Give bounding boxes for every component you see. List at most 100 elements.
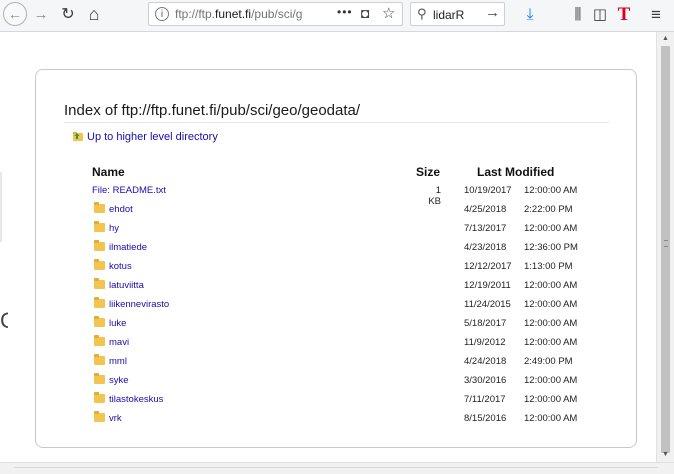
search-bar[interactable]: ⚲ lidarR → — [410, 2, 505, 26]
up-link-label[interactable]: Up to higher level directory — [87, 131, 218, 143]
page-viewport: C Index of ftp://ftp.funet.fi/pub/sci/ge… — [0, 32, 656, 462]
folder-link[interactable]: luke — [92, 316, 126, 329]
entry-time: 12:36:00 PM — [524, 242, 578, 253]
entry-name[interactable]: hy — [109, 223, 119, 234]
entry-date: 7/13/2017 — [464, 223, 507, 234]
up-folder-icon — [73, 132, 83, 141]
entry-date: 12/12/2017 — [464, 261, 512, 272]
scrollbar-grip — [664, 240, 668, 247]
folder-icon — [94, 335, 105, 346]
entry-time: 2:49:00 PM — [524, 356, 573, 367]
entry-date: 4/25/2018 — [464, 204, 507, 215]
url-bar[interactable]: i ftp://ftp.funet.fi/pub/sci/g ••• ◘ ☆ — [148, 2, 403, 26]
folder-icon — [94, 221, 105, 232]
extension-t-icon[interactable]: T — [614, 3, 634, 27]
entry-time: 12:00:00 AM — [524, 280, 578, 291]
folder-icon — [94, 316, 105, 327]
column-header-size: Size — [416, 165, 441, 179]
entry-time: 12:00:00 AM — [524, 337, 578, 348]
folder-link[interactable]: ehdot — [92, 202, 133, 215]
horizontal-scrollbar[interactable] — [0, 462, 674, 474]
entry-date: 4/24/2018 — [464, 356, 507, 367]
folder-link[interactable]: kotus — [92, 259, 132, 272]
entry-name[interactable]: vrk — [109, 413, 122, 424]
folder-link[interactable]: syke — [92, 373, 129, 386]
library-icon[interactable]: ⫼ — [568, 3, 588, 27]
folder-link[interactable]: ilmatiede — [92, 240, 147, 253]
entry-time: 12:00:00 AM — [524, 299, 578, 310]
background-text: C — [0, 308, 8, 333]
home-button[interactable]: ⌂ — [84, 3, 104, 27]
up-directory-link[interactable]: Up to higher level directory — [72, 130, 218, 146]
download-icon[interactable]: ⤓ — [520, 3, 540, 27]
entry-name[interactable]: ehdot — [109, 204, 133, 215]
horizontal-scroll-track — [14, 467, 658, 468]
folder-icon — [94, 202, 105, 213]
entry-time: 12:00:00 AM — [524, 375, 578, 386]
folder-link[interactable]: liikennevirasto — [92, 297, 169, 310]
page-actions-icon[interactable]: ••• — [337, 5, 353, 19]
listing-row: mml 4/24/2018 2:49:00 PM — [36, 354, 636, 373]
entry-name[interactable]: liikennevirasto — [109, 299, 169, 310]
search-input[interactable]: lidarR — [433, 8, 464, 22]
entry-date: 10/19/2017 — [464, 185, 512, 196]
entry-time: 12:00:00 AM — [524, 413, 578, 424]
entry-name[interactable]: mavi — [109, 337, 129, 348]
ftp-listing-card: Index of ftp://ftp.funet.fi/pub/sci/geo/… — [35, 69, 637, 448]
folder-link[interactable]: latuviitta — [92, 278, 144, 291]
search-icon: ⚲ — [417, 6, 427, 21]
entry-name[interactable]: README.txt — [113, 185, 166, 196]
info-icon[interactable]: i — [155, 7, 169, 21]
entry-name[interactable]: kotus — [109, 261, 132, 272]
listing-row: syke 3/30/2016 12:00:00 AM — [36, 373, 636, 392]
reload-button[interactable]: ↻ — [58, 3, 78, 27]
folder-link[interactable]: mavi — [92, 335, 129, 348]
vertical-scrollbar[interactable]: ▲ ▼ — [656, 32, 674, 462]
scrollbar-thumb[interactable] — [661, 46, 670, 453]
folder-icon — [94, 392, 105, 403]
entry-name[interactable]: syke — [109, 375, 129, 386]
entry-name[interactable]: tilastokeskus — [109, 394, 163, 405]
column-header-name: Name — [92, 165, 125, 179]
listing-row: File: README.txt 1 KB 10/19/2017 12:00:00 A… — [36, 183, 636, 207]
forward-button[interactable]: → — [31, 3, 51, 27]
folder-icon — [94, 354, 105, 365]
folder-link[interactable]: mml — [92, 354, 127, 367]
listing-row: latuviitta 12/19/2011 12:00:00 AM — [36, 278, 636, 297]
bookmark-star-icon[interactable]: ☆ — [382, 4, 395, 22]
folder-icon — [94, 411, 105, 422]
folder-link[interactable]: vrk — [92, 411, 122, 424]
pocket-icon[interactable]: ◘ — [361, 5, 369, 21]
entry-time: 2:22:00 PM — [524, 204, 573, 215]
scroll-up-icon[interactable]: ▲ — [662, 35, 669, 42]
entry-time: 12:00:00 AM — [524, 223, 578, 234]
url-fade — [299, 5, 329, 23]
back-button[interactable]: ← — [3, 2, 27, 26]
entry-time: 1:13:00 PM — [524, 261, 573, 272]
entry-date: 8/15/2016 — [464, 413, 507, 424]
browser-toolbar: ← → ↻ ⌂ i ftp://ftp.funet.fi/pub/sci/g •… — [0, 0, 674, 32]
folder-link[interactable]: hy — [92, 221, 119, 234]
listing-row: luke 5/18/2017 12:00:00 AM — [36, 316, 636, 335]
listing-row: ehdot 4/25/2018 2:22:00 PM — [36, 202, 636, 221]
listing-row: ilmatiede 4/23/2018 12:36:00 PM — [36, 240, 636, 259]
entry-time: 12:00:00 AM — [524, 318, 578, 329]
entry-date: 12/19/2011 — [464, 280, 511, 291]
entry-name[interactable]: luke — [109, 318, 126, 329]
menu-icon[interactable]: ≡ — [646, 3, 666, 27]
entry-name[interactable]: ilmatiede — [109, 242, 147, 253]
folder-link[interactable]: tilastokeskus — [92, 392, 163, 405]
scroll-down-icon[interactable]: ▼ — [662, 451, 669, 458]
column-header-modified: Last Modified — [477, 165, 555, 179]
file-prefix: File: — [92, 185, 110, 196]
entry-name[interactable]: latuviitta — [109, 280, 144, 291]
entry-date: 11/9/2012 — [464, 337, 506, 348]
entry-date: 7/11/2017 — [464, 394, 506, 405]
search-go-icon[interactable]: → — [485, 4, 500, 21]
file-link[interactable]: File: README.txt — [92, 185, 166, 196]
listing-row: kotus 12/12/2017 1:13:00 PM — [36, 259, 636, 278]
entry-date: 4/23/2018 — [464, 242, 507, 253]
folder-icon — [94, 373, 105, 384]
entry-name[interactable]: mml — [109, 356, 127, 367]
sidebar-icon[interactable]: ◫ — [590, 3, 610, 27]
